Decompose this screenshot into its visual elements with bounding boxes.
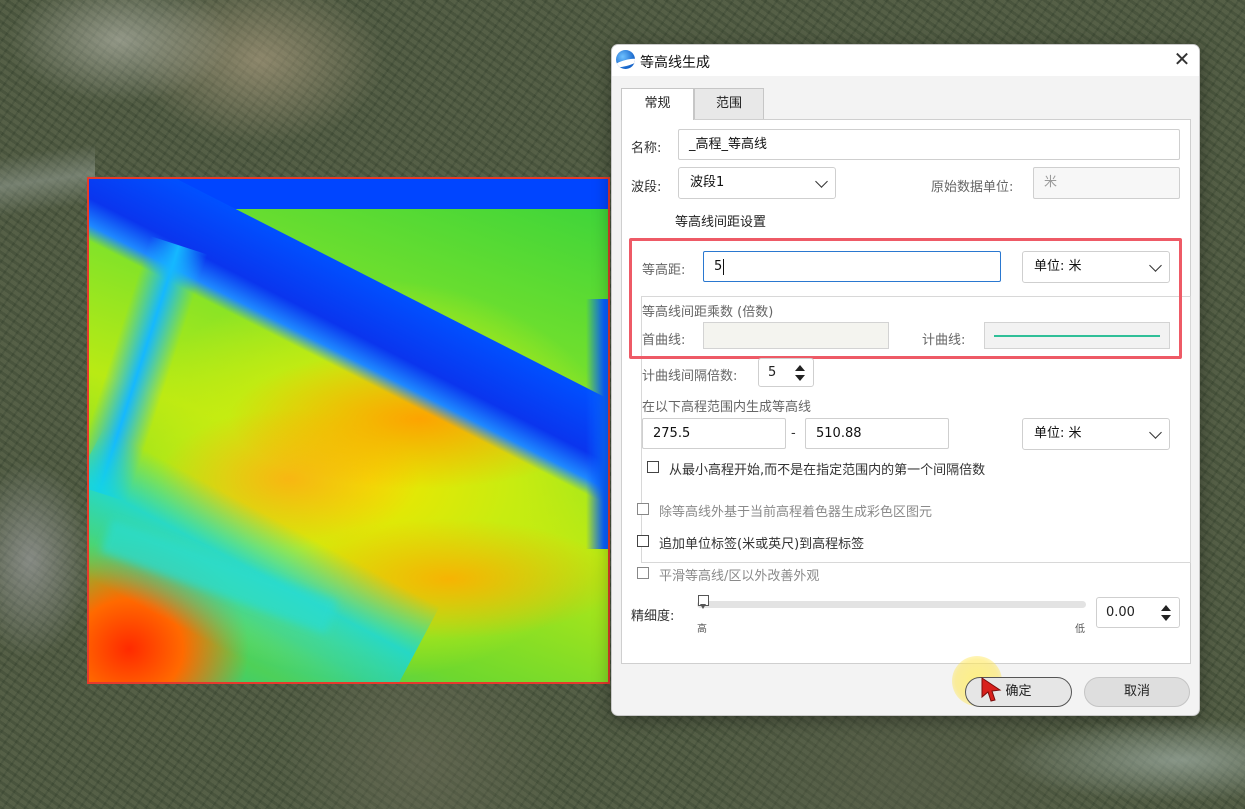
name-input[interactable]: _高程_等高线 [678,129,1180,160]
color-fill-checkbox[interactable] [637,503,649,515]
fineness-high-label: 高 [697,624,707,635]
fineness-slider-thumb[interactable] [698,595,709,609]
chevron-down-icon [1149,426,1162,439]
range-label: 在以下高程范围内生成等高线 [642,400,812,415]
band-select[interactable]: 波段1 [678,167,836,199]
spin-down-icon[interactable] [795,375,805,381]
tab-general[interactable]: 常规 [621,88,694,120]
spin-up-icon[interactable] [795,365,805,371]
index-interval-spinbox[interactable]: 5 [758,358,814,387]
dialog-titlebar[interactable]: 等高线生成 ✕ [612,45,1199,76]
spin-down-icon[interactable] [1161,615,1171,621]
start-from-min-label: 从最小高程开始,而不是在指定范围内的第一个间隔倍数 [669,463,986,478]
fineness-spinbox[interactable]: 0.00 [1096,597,1180,628]
fineness-label: 精细度: [631,609,675,624]
app-logo-icon [616,50,635,69]
start-from-min-checkbox[interactable] [647,461,659,473]
fineness-slider-track[interactable] [697,601,1086,608]
source-unit-label: 原始数据单位: [931,180,1014,195]
range-min-input[interactable]: 275.5 [642,418,786,449]
index-interval-value: 5 [768,365,777,380]
elevation-raster [87,177,610,684]
river-edge [586,299,608,549]
highlight-box [629,238,1182,359]
range-separator: - [791,426,796,441]
band-select-value: 波段1 [690,175,725,190]
interval-group-title: 等高线间距设置 [669,211,773,230]
unit-label-label: 追加单位标签(米或英尺)到高程标签 [659,537,865,552]
spin-up-icon[interactable] [1161,605,1171,611]
chevron-down-icon [815,175,828,188]
unit-label-checkbox[interactable] [637,535,649,547]
range-unit-value: 单位: 米 [1034,426,1082,441]
index-interval-label: 计曲线间隔倍数: [642,369,738,384]
tab-range[interactable]: 范围 [694,88,764,119]
source-unit-field: 米 [1033,167,1180,199]
smooth-label: 平滑等高线/区以外改善外观 [659,569,820,584]
smooth-checkbox[interactable] [637,567,649,579]
fineness-low-label: 低 [1075,624,1085,635]
fineness-value: 0.00 [1106,605,1135,620]
mouse-pointer-icon [981,677,1002,702]
close-button[interactable]: ✕ [1165,45,1199,76]
range-unit-select[interactable]: 单位: 米 [1022,418,1170,450]
cancel-button[interactable]: 取消 [1084,677,1190,707]
name-label: 名称: [631,141,662,156]
color-fill-label: 除等高线外基于当前高程着色器生成彩色区图元 [659,505,933,520]
band-label: 波段: [631,180,662,195]
range-max-input[interactable]: 510.88 [805,418,949,449]
dialog-title: 等高线生成 [640,55,710,71]
